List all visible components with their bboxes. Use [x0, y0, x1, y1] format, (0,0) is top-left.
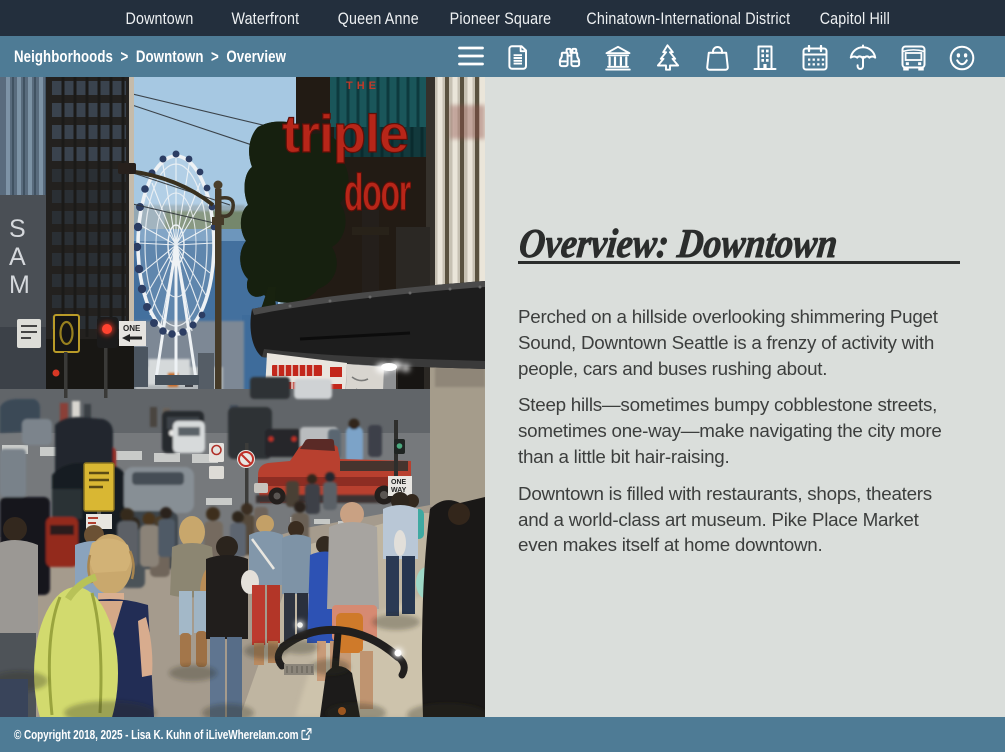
- svg-text:A: A: [9, 243, 26, 271]
- svg-text:THE: THE: [346, 80, 380, 92]
- svg-text:S: S: [9, 215, 26, 243]
- svg-text:ONE: ONE: [123, 324, 141, 333]
- svg-text:triple: triple: [282, 105, 408, 164]
- svg-text:ONE: ONE: [391, 479, 407, 486]
- svg-text:M: M: [9, 271, 30, 299]
